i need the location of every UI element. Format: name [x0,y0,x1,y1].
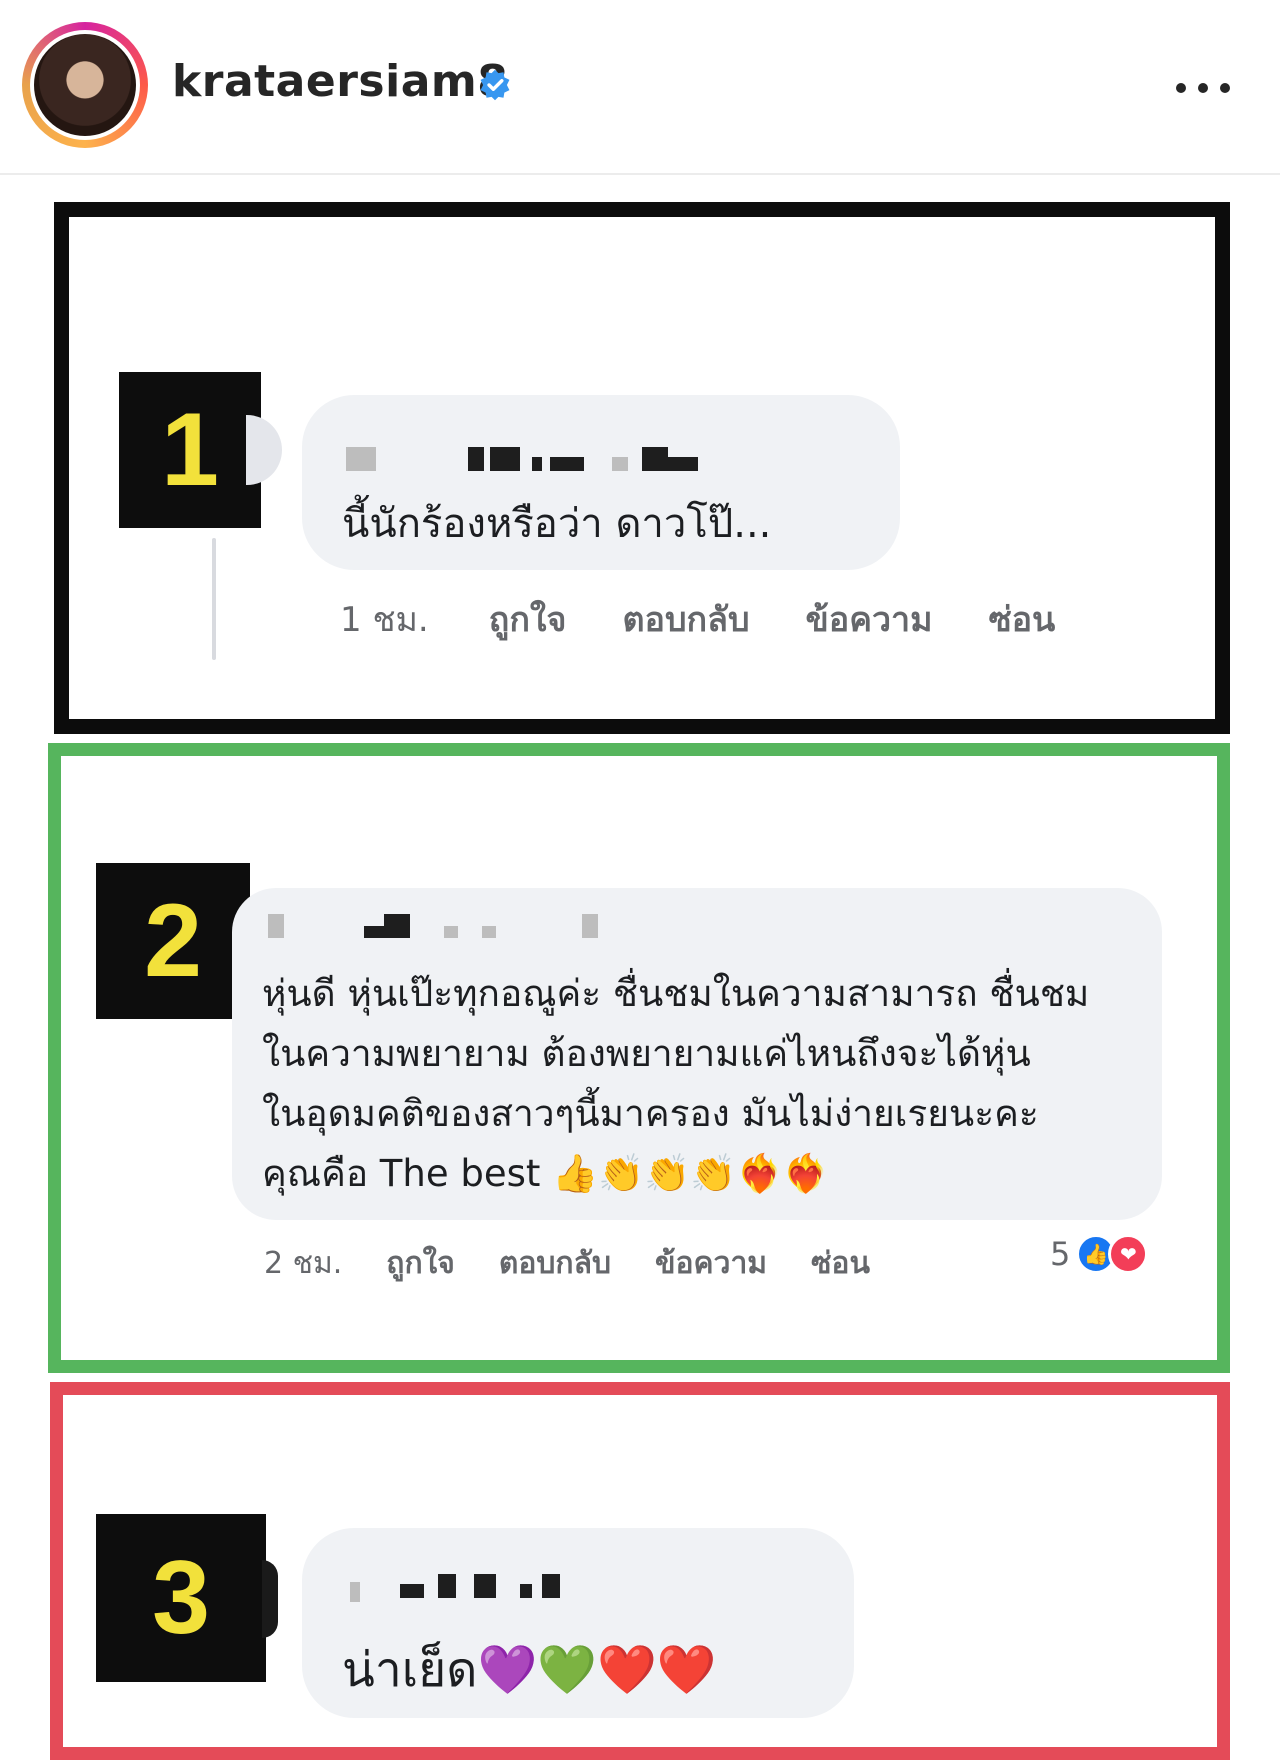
post-header: krataersiam8 [0,0,1280,175]
more-options-icon[interactable] [1176,68,1234,108]
blurred-commenter-name [268,914,598,938]
reply-action[interactable]: ตอบกลับ [622,592,749,646]
hide-action[interactable]: ซ่อน [989,592,1056,646]
panel-number-3: 3 [96,1514,266,1682]
verified-badge-icon [480,69,510,101]
like-action[interactable]: ถูกใจ [489,592,567,646]
message-action[interactable]: ข้อความ [806,592,933,646]
love-reaction-icon: ❤ [1108,1234,1149,1274]
comment-actions-1: 1 ชม. ถูกใจ ตอบกลับ ข้อความ ซ่อน [340,592,1055,646]
panel-number-1: 1 [119,372,261,528]
comment-text-line-3: ในอุดมคติของสาวๆนี้มาครอง มันไม่ง่ายเรยน… [262,1092,1039,1135]
panel-number-2: 2 [96,863,250,1019]
message-action[interactable]: ข้อความ [655,1240,767,1287]
blurred-commenter-name [350,1574,570,1602]
thread-line [212,538,216,660]
commenter-avatar [262,1560,278,1638]
comment-text: น่าเย็ด💜💚❤️❤️ [342,1642,717,1698]
profile-avatar[interactable] [22,22,148,148]
comment-time: 1 ชม. [340,600,429,640]
comment-bubble-1: นี้นักร้องหรือว่า ดาวโป๊... [302,395,900,570]
blurred-commenter-name [346,447,726,471]
comment-text: นี้นักร้องหรือว่า ดาวโป๊... [342,501,772,547]
comment-text-line-2: ในความพยายาม ต้องพยายามแค่ไหนถึงจะได้หุ่… [262,1032,1031,1075]
reaction-count: 5 [1050,1235,1071,1273]
comment-bubble-3: น่าเย็ด💜💚❤️❤️ [302,1528,854,1718]
comment-time: 2 ชม. [264,1246,343,1281]
like-action[interactable]: ถูกใจ [386,1240,455,1287]
comment-text-line-1: หุ่นดี หุ่นเป๊ะทุกอณูค่ะ ชื่นชมในความสาม… [262,972,1090,1015]
username[interactable]: krataersiam8 [172,56,508,107]
reply-action[interactable]: ตอบกลับ [499,1240,611,1287]
comment-actions-2: 2 ชม. ถูกใจ ตอบกลับ ข้อความ ซ่อน [264,1240,870,1287]
comment-text-line-4: คุณคือ The best 👍👏👏👏❤️‍🔥❤️‍🔥 [262,1152,829,1195]
comment-bubble-2: หุ่นดี หุ่นเป๊ะทุกอณูค่ะ ชื่นชมในความสาม… [232,888,1162,1220]
hide-action[interactable]: ซ่อน [811,1240,870,1287]
reaction-summary[interactable]: 5 👍 ❤ [1050,1234,1149,1274]
